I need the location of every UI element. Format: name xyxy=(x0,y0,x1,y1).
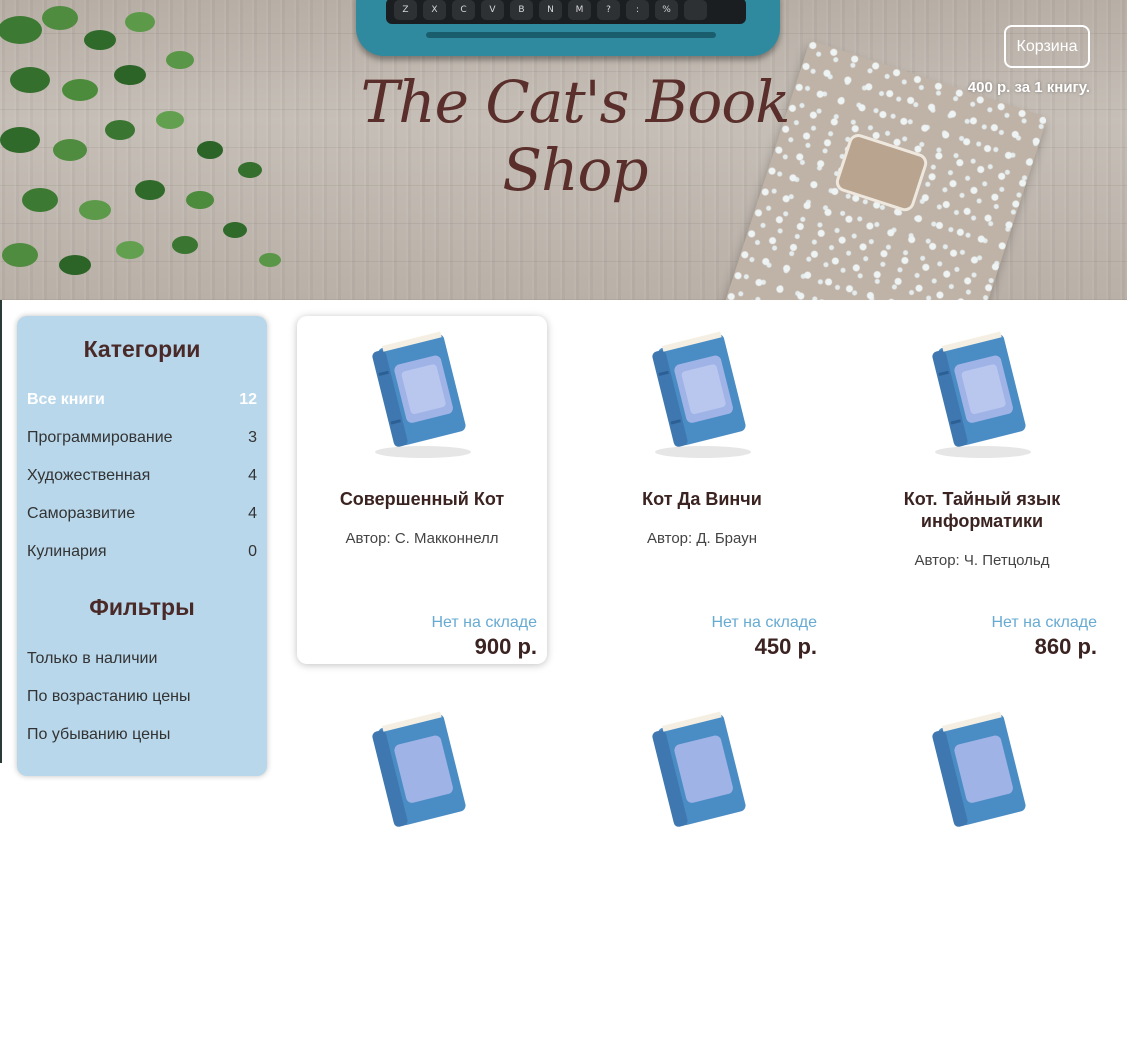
categories-title: Категории xyxy=(83,336,201,362)
filter-price-descending[interactable]: По убыванию цены xyxy=(27,726,257,764)
site-header: Z X C V B N M?:% The Cat's Book Shop Корзина 4… xyxy=(0,0,1127,300)
product-card[interactable] xyxy=(857,696,1107,1044)
stock-status: Нет на складе xyxy=(711,614,817,631)
stock-status: Нет на складе xyxy=(991,614,1097,631)
cart-summary: 400 р. за 1 книгу. xyxy=(967,79,1090,96)
book-icon xyxy=(932,331,1031,458)
category-item-all[interactable]: Все книги 12 xyxy=(27,391,257,429)
site-title: The Cat's Book Shop xyxy=(360,68,791,204)
product-author: Автор: Ч. Петцольд xyxy=(914,552,1050,569)
product-card[interactable] xyxy=(577,696,827,1044)
product-title[interactable]: Кот. Тайный язык информатики xyxy=(867,488,1097,532)
sidebar: Категории Все книги 12 Программирование … xyxy=(17,316,267,776)
book-icon xyxy=(932,711,1026,827)
stock-status: Нет на складе xyxy=(431,614,537,631)
filter-price-ascending[interactable]: По возрастанию цены xyxy=(27,688,257,726)
category-count: 4 xyxy=(248,505,257,522)
category-item-fiction[interactable]: Художественная 4 xyxy=(27,467,257,505)
filter-list: Только в наличии По возрастанию цены По … xyxy=(27,650,257,764)
category-count: 12 xyxy=(239,391,257,408)
book-icon xyxy=(652,331,751,458)
cart-button[interactable]: Корзина xyxy=(1004,25,1090,68)
filters-title: Фильтры xyxy=(89,594,195,620)
category-item-self-development[interactable]: Саморазвитие 4 xyxy=(27,505,257,543)
product-card[interactable]: Кот. Тайный язык информатики Автор: Ч. П… xyxy=(857,316,1107,664)
category-label: Программирование xyxy=(27,429,173,446)
book-icon xyxy=(372,711,466,827)
product-price: 860 р. xyxy=(1034,634,1097,659)
typewriter-icon: Z X C V B N M?:% xyxy=(356,0,780,56)
category-item-programming[interactable]: Программирование 3 xyxy=(27,429,257,467)
product-card[interactable]: Совершенный Кот Автор: С. Макконнелл Нет… xyxy=(297,316,547,664)
product-author: Автор: С. Макконнелл xyxy=(345,530,499,547)
filter-in-stock[interactable]: Только в наличии xyxy=(27,650,257,688)
product-title[interactable]: Совершенный Кот xyxy=(307,488,537,510)
product-author: Автор: Д. Браун xyxy=(646,530,757,547)
book-icon xyxy=(652,711,746,827)
category-label: Саморазвитие xyxy=(27,505,136,522)
product-price: 900 р. xyxy=(474,634,537,659)
product-title[interactable]: Кот Да Винчи xyxy=(587,488,817,510)
category-label: Кулинария xyxy=(27,543,107,560)
category-item-cooking[interactable]: Кулинария 0 xyxy=(27,543,257,581)
category-list: Все книги 12 Программирование 3 Художест… xyxy=(27,391,257,581)
category-label: Все книги xyxy=(27,391,105,408)
category-count: 3 xyxy=(248,429,257,446)
category-label: Художественная xyxy=(27,467,151,484)
product-card[interactable]: Кот Да Винчи Автор: Д. Браун Нет на скла… xyxy=(577,316,827,664)
product-price: 450 р. xyxy=(754,634,817,659)
plant-icon xyxy=(0,6,281,275)
product-card[interactable] xyxy=(297,696,547,1044)
category-count: 0 xyxy=(248,543,257,560)
book-icon xyxy=(372,331,471,458)
category-count: 4 xyxy=(248,467,257,484)
